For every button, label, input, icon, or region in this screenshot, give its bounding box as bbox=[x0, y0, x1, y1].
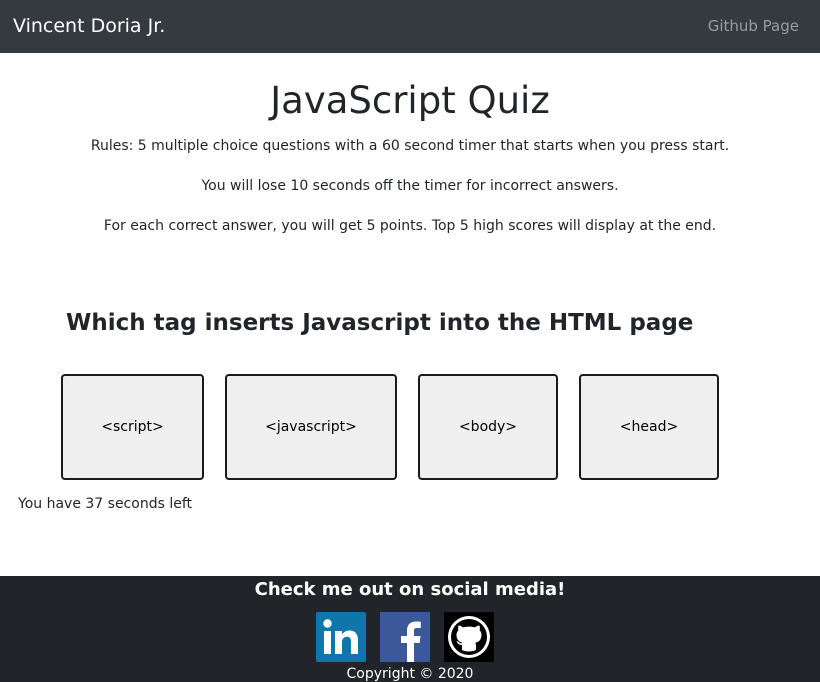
github-icon[interactable] bbox=[444, 612, 494, 662]
footer: Check me out on social media! Copyright … bbox=[0, 576, 820, 682]
question-text: Which tag inserts Javascript into the HT… bbox=[66, 310, 694, 336]
copyright-text: Copyright © 2020 bbox=[346, 666, 474, 682]
navbar: Vincent Doria Jr. Github Page bbox=[0, 0, 820, 53]
answer-button-head[interactable]: <head> bbox=[579, 374, 719, 480]
quiz-main: JavaScript Quiz Rules: 5 multiple choice… bbox=[0, 53, 820, 576]
footer-heading: Check me out on social media! bbox=[254, 579, 566, 600]
github-page-link[interactable]: Github Page bbox=[708, 16, 799, 36]
facebook-icon[interactable] bbox=[380, 612, 430, 662]
rules-text-1: Rules: 5 multiple choice questions with … bbox=[90, 138, 730, 154]
answer-button-script[interactable]: <script> bbox=[61, 374, 204, 480]
linkedin-icon[interactable] bbox=[316, 612, 366, 662]
timer-text: You have 37 seconds left bbox=[18, 496, 192, 512]
answer-button-javascript[interactable]: <javascript> bbox=[225, 374, 397, 480]
rules-text-3: For each correct answer, you will get 5 … bbox=[103, 218, 717, 234]
brand-name[interactable]: Vincent Doria Jr. bbox=[13, 13, 165, 39]
rules-text-2: You will lose 10 seconds off the timer f… bbox=[201, 178, 619, 194]
answer-button-body[interactable]: <body> bbox=[418, 374, 558, 480]
page-title: JavaScript Quiz bbox=[270, 79, 550, 122]
